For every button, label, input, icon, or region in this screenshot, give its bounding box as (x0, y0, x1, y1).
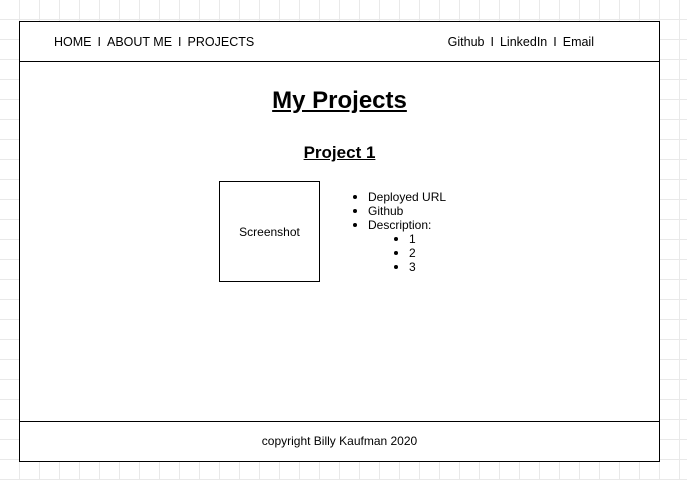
header-nav: HOME I ABOUT ME I PROJECTS Github I LinkedIn I E… (20, 22, 659, 62)
footer: copyright Billy Kaufman 2020 (20, 421, 659, 461)
description-label: Description: (368, 218, 432, 232)
description-subitem: 3 (393, 260, 446, 274)
nav-home-link[interactable]: HOME (54, 35, 92, 49)
footer-copyright: copyright Billy Kaufman 2020 (261, 434, 418, 448)
project-screenshot-placeholder: Screenshot (219, 181, 320, 282)
nav-separator: I (490, 35, 494, 49)
nav-separator: I (553, 35, 557, 49)
nav-separator: I (97, 35, 101, 49)
nav-right: Github I LinkedIn I Email (448, 35, 594, 49)
project-details-list: Deployed URL Github Description: 1 2 3 (352, 190, 446, 274)
description-subitem: 2 (393, 246, 446, 260)
nav-left: HOME I ABOUT ME I PROJECTS (54, 35, 254, 49)
nav-projects-link[interactable]: PROJECTS (188, 35, 255, 49)
nav-email-link[interactable]: Email (563, 35, 594, 49)
screenshot-label: Screenshot (239, 224, 300, 239)
project-title-text: Project 1 (303, 143, 376, 162)
project-details: Deployed URL Github Description: 1 2 3 (352, 190, 446, 274)
github-link[interactable]: Github (352, 204, 446, 218)
nav-github-link[interactable]: Github (448, 35, 485, 49)
deployed-url-link[interactable]: Deployed URL (352, 190, 446, 204)
description-subitem: 1 (393, 232, 446, 246)
project-title: Project 1 (20, 143, 659, 163)
nav-about-link[interactable]: ABOUT ME (107, 35, 172, 49)
description-item: Description: 1 2 3 (352, 218, 446, 274)
page-title: My Projects (20, 87, 659, 115)
page-title-text: My Projects (272, 87, 407, 114)
description-sublist: 1 2 3 (393, 232, 446, 274)
page-frame: HOME I ABOUT ME I PROJECTS Github I LinkedIn I E… (19, 21, 660, 462)
nav-linkedin-link[interactable]: LinkedIn (500, 35, 547, 49)
nav-separator: I (178, 35, 182, 49)
